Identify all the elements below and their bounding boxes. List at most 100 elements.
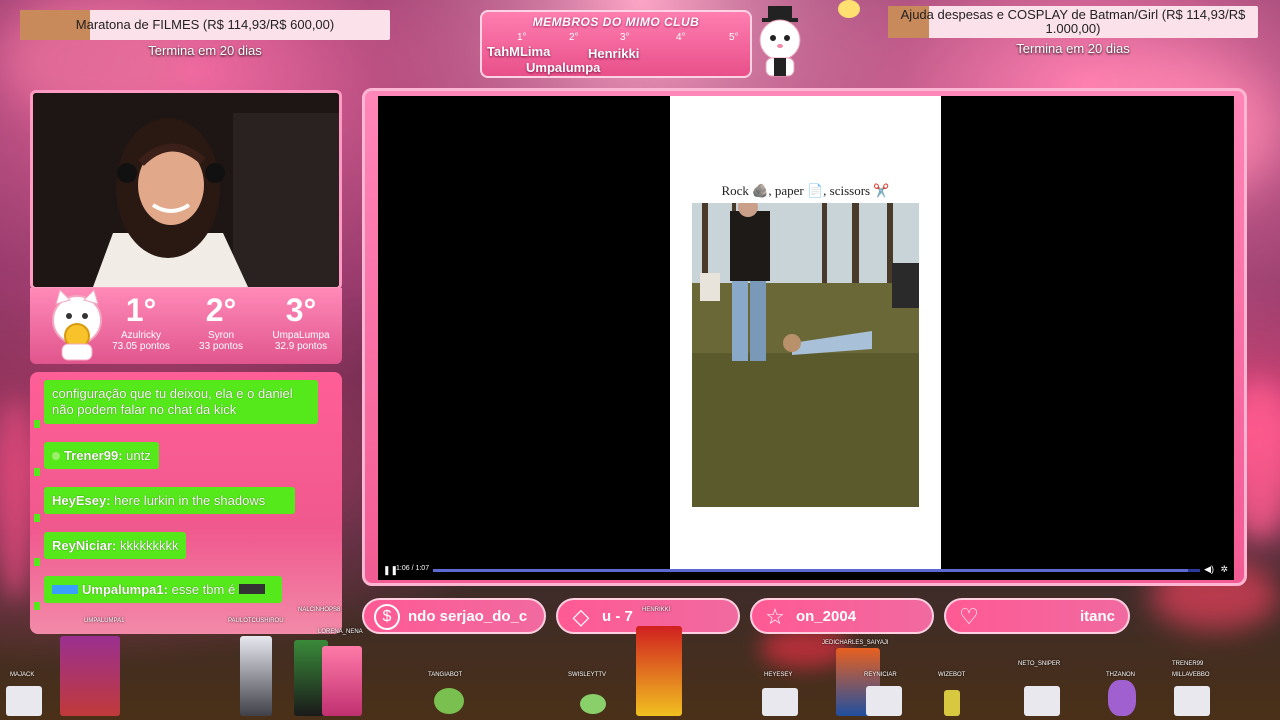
chat-badge-icon bbox=[52, 585, 78, 594]
goal-left-subtitle: Termina em 20 dias bbox=[148, 43, 262, 58]
moon-decoration bbox=[838, 0, 860, 18]
coin-icon: $ bbox=[374, 604, 400, 630]
chat-text: untz bbox=[126, 448, 151, 463]
ticker-pill: ♡ itanc bbox=[944, 598, 1130, 634]
viewer-sprite bbox=[322, 646, 362, 716]
video-seek-fill bbox=[433, 569, 1189, 572]
star-icon: ☆ bbox=[765, 604, 785, 629]
video-image bbox=[692, 203, 919, 507]
leaderboard-rank: 2° bbox=[205, 292, 237, 328]
leaderboard-rank: 1° bbox=[125, 292, 157, 328]
webcam-feed bbox=[33, 93, 339, 287]
leaderboard-name: Azulricky bbox=[120, 330, 161, 341]
viewer-name: LORENA_NENA bbox=[318, 629, 363, 635]
viewer-sprite bbox=[60, 636, 120, 716]
ticker-text: on_2004 bbox=[796, 608, 857, 625]
viewer-name: HEYESEY bbox=[764, 672, 793, 678]
leaderboard-item: 1° Azulricky 73.05 pontos bbox=[96, 292, 186, 352]
member-rank: 5° bbox=[729, 32, 739, 43]
viewer-name: WIZEBOT bbox=[938, 672, 966, 678]
member-rank: 1° bbox=[517, 32, 527, 43]
chat-username: ReyNiciar: bbox=[52, 538, 117, 553]
members-panel: MEMBROS DO MIMO CLUB 1° 2° 3° 4° 5° TahM… bbox=[480, 10, 752, 78]
viewer-name: TANGIABOT bbox=[428, 672, 463, 678]
viewer-sprite bbox=[580, 694, 606, 714]
viewer-name: NALCINHOPS8 bbox=[298, 607, 341, 613]
volume-icon[interactable]: ◀) bbox=[1204, 564, 1214, 575]
viewer-sprite bbox=[636, 626, 682, 716]
chat-text: esse tbm é bbox=[171, 582, 236, 597]
settings-icon[interactable]: ✲ bbox=[1220, 564, 1228, 575]
chat-text: kkkkkkkkk bbox=[119, 538, 179, 553]
chat-text: configuração que tu deixou, ela e o dani… bbox=[52, 386, 293, 417]
leaderboard-points: 33 pontos bbox=[199, 341, 243, 352]
leaderboard-item: 2° Syron 33 pontos bbox=[176, 292, 266, 352]
goal-right-subtitle: Termina em 20 dias bbox=[1016, 41, 1130, 56]
chat-username: Umpalumpa1: bbox=[82, 582, 168, 597]
ticker-text: ndo serjao_do_c bbox=[408, 608, 528, 625]
member-name: Henrikki bbox=[588, 46, 640, 61]
member-rank: 2° bbox=[569, 32, 579, 43]
chat-user-icon bbox=[52, 452, 60, 460]
leaderboard-points: 73.05 pontos bbox=[112, 341, 170, 352]
webcam-frame bbox=[30, 90, 342, 290]
goal-right-bar: Ajuda despesas e COSPLAY de Batman/Girl … bbox=[888, 6, 1258, 38]
viewer-name: JEDICHARLES_SAIYAJI bbox=[822, 640, 889, 646]
viewer-sprite bbox=[6, 686, 42, 716]
viewer-sprite bbox=[1174, 686, 1210, 716]
goal-right-label: Ajuda despesas e COSPLAY de Batman/Girl … bbox=[900, 7, 1246, 36]
viewer-sprite bbox=[240, 636, 272, 716]
leaderboard-points: 32.9 pontos bbox=[274, 341, 328, 352]
video-controls: ❚❚ 1:06 / 1:07 ◀) ✲ bbox=[378, 562, 1234, 580]
chat-username: HeyEsey: bbox=[52, 493, 111, 508]
leaderboard-name: Syron bbox=[207, 330, 235, 341]
viewer-sprite bbox=[1024, 686, 1060, 716]
viewer-name: SWISLEYTTV bbox=[568, 672, 607, 678]
chat-message: Trener99: untz bbox=[44, 442, 159, 469]
viewer-name: PAULOTCUSHIROU bbox=[228, 618, 284, 624]
ticker-pill: ☆ on_2004 bbox=[750, 598, 934, 634]
viewer-name: HENRIKKI bbox=[642, 607, 671, 613]
viewer-name: NETO_SNIPER bbox=[1018, 661, 1061, 667]
leaderboard-name: UmpaLumpa bbox=[272, 330, 330, 341]
member-name: TahMLima bbox=[487, 44, 551, 59]
viewer-name: THZANON bbox=[1106, 672, 1135, 678]
leaderboard-item: 3° UmpaLumpa 32.9 pontos bbox=[256, 292, 346, 352]
chat-username: Trener99: bbox=[64, 448, 123, 463]
ticker-pill: $ ndo serjao_do_c bbox=[362, 598, 546, 634]
video-time: 1:06 / 1:07 bbox=[396, 565, 430, 572]
viewer-sprite bbox=[866, 686, 902, 716]
viewer-sprite bbox=[1108, 680, 1136, 716]
viewer-sprite bbox=[944, 690, 960, 716]
viewer-name: REYNICIAR bbox=[864, 672, 897, 678]
viewer-name: MAJACK bbox=[10, 672, 35, 678]
cat-mascot-icon bbox=[750, 4, 810, 80]
leaderboard-rank: 3° bbox=[285, 292, 317, 328]
video-caption: Rock 🪨, paper 📄, scissors ✂️ bbox=[721, 183, 890, 198]
viewer-name: TRENER99 bbox=[1172, 661, 1204, 667]
chat-message: HeyEsey: here lurkin in the shadows bbox=[44, 487, 295, 514]
diamond-icon: ◇ bbox=[572, 604, 590, 629]
chat-emote-icon bbox=[238, 584, 265, 594]
chat-message: ReyNiciar: kkkkkkkkk bbox=[44, 532, 187, 559]
viewer-name: UMPALUMPA1 bbox=[84, 618, 125, 624]
goal-left-label: Maratona de FILMES (R$ 114,93/R$ 600,00) bbox=[75, 17, 335, 32]
chat-message: Umpalumpa1: esse tbm é bbox=[44, 576, 282, 603]
chat-marker bbox=[34, 602, 40, 610]
blossom-decoration bbox=[0, 400, 30, 600]
chat-marker bbox=[34, 558, 40, 566]
chat-marker bbox=[34, 514, 40, 522]
member-rank: 3° bbox=[620, 32, 630, 43]
viewer-name: MILLAVEBBO bbox=[1172, 672, 1210, 678]
viewer-sprite bbox=[762, 688, 798, 716]
goal-left-bar: Maratona de FILMES (R$ 114,93/R$ 600,00) bbox=[20, 10, 390, 40]
heart-icon: ♡ bbox=[959, 604, 979, 629]
chat-text: here lurkin in the shadows bbox=[114, 493, 266, 508]
chat-marker bbox=[34, 468, 40, 476]
members-title: MEMBROS DO MIMO CLUB bbox=[532, 15, 700, 29]
leaderboard: 1° Azulricky 73.05 pontos 2° Syron 33 po… bbox=[30, 288, 342, 364]
chat-message: configuração que tu deixou, ela e o dani… bbox=[44, 380, 318, 424]
member-name: Umpalumpa bbox=[526, 60, 601, 75]
video-seek-bar[interactable] bbox=[433, 569, 1200, 572]
viewer-sprite bbox=[434, 688, 464, 714]
